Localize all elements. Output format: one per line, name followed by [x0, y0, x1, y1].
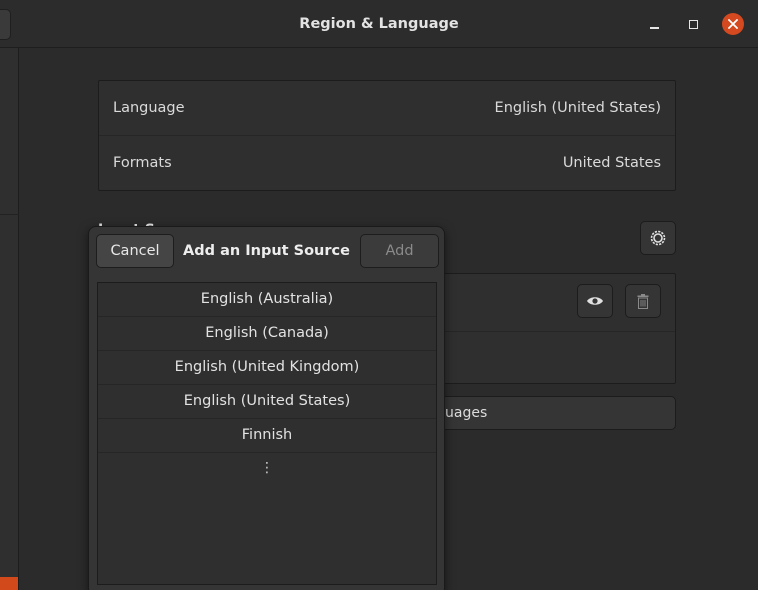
formats-label: Formats: [113, 155, 172, 171]
close-icon: [728, 19, 738, 29]
language-row[interactable]: Language English (United States): [99, 81, 675, 135]
preview-layout-button[interactable]: [577, 284, 613, 318]
input-options-button[interactable]: [640, 221, 676, 255]
gear-icon: [650, 230, 666, 246]
trash-icon: [637, 293, 649, 309]
close-button[interactable]: [722, 13, 744, 35]
minimize-button[interactable]: [643, 13, 665, 35]
list-item[interactable]: English (United States): [98, 385, 436, 419]
language-formats-list: Language English (United States) Formats…: [98, 80, 676, 191]
eye-icon: [587, 297, 603, 305]
list-item[interactable]: English (United Kingdom): [98, 351, 436, 385]
list-item[interactable]: English (Canada): [98, 317, 436, 351]
sidebar-selected-accent[interactable]: [0, 577, 18, 590]
add-button[interactable]: Add: [360, 234, 439, 268]
formats-row[interactable]: Formats United States: [99, 136, 675, 190]
add-input-source-popover: Cancel Add an Input Source Add English (…: [88, 226, 445, 590]
formats-value: United States: [562, 155, 661, 171]
language-value: English (United States): [494, 100, 661, 116]
list-item[interactable]: Finnish: [98, 419, 436, 453]
sidebar-separator: [0, 214, 19, 215]
maximize-button[interactable]: [682, 13, 704, 35]
language-label: Language: [113, 100, 185, 116]
list-item[interactable]: English (Australia): [98, 283, 436, 317]
input-source-list: English (Australia) English (Canada) Eng…: [97, 282, 437, 585]
more-icon[interactable]: ⋮: [98, 453, 436, 487]
cancel-button[interactable]: Cancel: [96, 234, 174, 268]
popover-title: Add an Input Source: [183, 243, 350, 259]
maximize-icon: [688, 19, 698, 29]
title-bar: Region & Language: [0, 0, 758, 48]
remove-input-button[interactable]: [625, 284, 661, 318]
minimize-icon: [649, 27, 659, 29]
settings-sidebar: [0, 48, 19, 590]
